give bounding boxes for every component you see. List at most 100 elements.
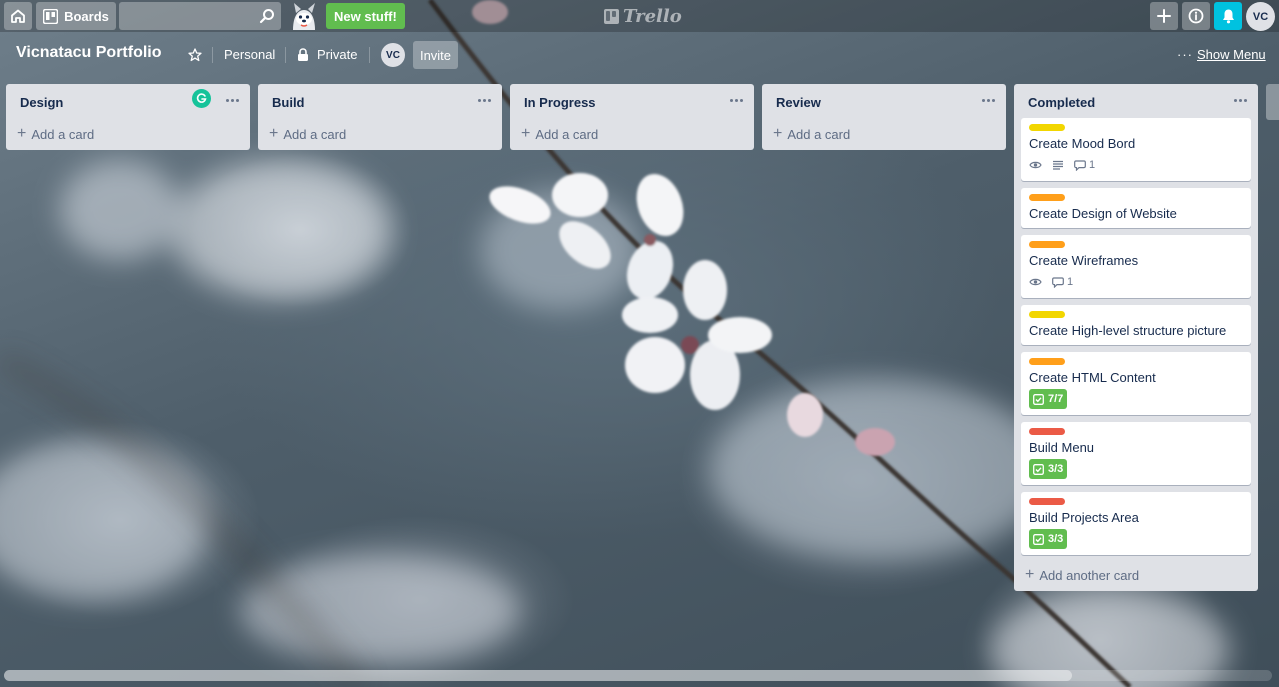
card[interactable]: Build Menu 3/3 [1021, 422, 1251, 485]
new-stuff-button[interactable]: New stuff! [326, 3, 405, 29]
comments-count: 1 [1067, 276, 1074, 288]
list-review: Review + Add a card [762, 84, 1006, 150]
add-card-button[interactable]: + Add a card [258, 118, 502, 150]
card[interactable]: Create Design of Website [1021, 188, 1251, 228]
add-card-button[interactable]: + Add a card [762, 118, 1006, 150]
board-member-avatar[interactable]: VC [381, 43, 405, 67]
eye-icon [1029, 161, 1042, 169]
add-card-label: Add a card [787, 126, 851, 142]
checklist-icon [1033, 393, 1044, 405]
list-title[interactable]: In Progress [524, 95, 596, 110]
user-avatar[interactable]: VC [1246, 2, 1275, 31]
list-title[interactable]: Build [272, 95, 305, 110]
list-menu-icon[interactable] [728, 92, 744, 108]
card-badges: 1 [1029, 272, 1243, 292]
boards-icon [43, 8, 59, 24]
card-title: Create High-level structure picture [1029, 323, 1227, 338]
card[interactable]: Create High-level structure picture [1021, 305, 1251, 345]
list-completed: Completed Create Mood Bord 1 Create Desi… [1014, 84, 1258, 591]
card-label[interactable] [1029, 428, 1065, 435]
list-build: Build + Add a card [258, 84, 502, 150]
description-badge [1052, 160, 1064, 170]
comments-count: 1 [1089, 159, 1096, 171]
list-design: Design + Add a card [6, 84, 250, 150]
checklist-count: 3/3 [1048, 533, 1064, 545]
card[interactable]: Create Wireframes 1 [1021, 235, 1251, 298]
list-header: In Progress [510, 84, 754, 118]
watching-badge [1029, 160, 1042, 170]
invite-button[interactable]: Invite [413, 41, 458, 69]
boards-button[interactable]: Boards [36, 2, 116, 30]
lock-icon[interactable] [297, 48, 309, 62]
list-title[interactable]: Review [776, 95, 821, 110]
plus-icon: + [17, 125, 27, 142]
header-divider [369, 47, 370, 63]
checklist-badge: 3/3 [1029, 529, 1068, 549]
plus-icon: + [269, 125, 279, 142]
description-icon [1053, 160, 1063, 170]
create-button[interactable] [1150, 2, 1178, 30]
list-menu-icon[interactable] [224, 92, 240, 108]
info-icon [1188, 8, 1204, 24]
card-label[interactable] [1029, 311, 1065, 318]
card-label[interactable] [1029, 194, 1065, 201]
add-card-label: Add a card [31, 126, 95, 142]
info-button[interactable] [1182, 2, 1210, 30]
grammarly-icon[interactable] [192, 89, 211, 108]
add-another-card-button[interactable]: + Add another card [1014, 559, 1258, 591]
card-label[interactable] [1029, 124, 1065, 131]
bell-icon [1222, 9, 1234, 24]
card[interactable]: Create Mood Bord 1 [1021, 118, 1251, 181]
add-card-button[interactable]: + Add a card [6, 118, 250, 150]
card-badges: 3/3 [1029, 459, 1243, 479]
search-icon[interactable] [259, 8, 275, 24]
list-header: Completed [1014, 84, 1258, 118]
grammarly-g-icon [196, 93, 207, 103]
card[interactable]: Create HTML Content 7/7 [1021, 352, 1251, 415]
list-in-progress: In Progress + Add a card [510, 84, 754, 150]
show-menu-link[interactable]: Show Menu [1197, 47, 1266, 62]
board-header: Vicnatacu Portfolio Personal Private VC … [0, 40, 1279, 70]
horizontal-scrollbar-thumb[interactable] [4, 670, 1072, 681]
card-label[interactable] [1029, 241, 1065, 248]
plus-icon [1157, 9, 1171, 23]
add-another-card-label: Add another card [1039, 567, 1140, 583]
trello-logo-text: Trello [623, 5, 682, 27]
more-icon[interactable]: ··· [1177, 47, 1193, 62]
comments-badge: 1 [1052, 276, 1073, 288]
visibility-button[interactable]: Private [317, 47, 357, 62]
header-divider [285, 47, 286, 63]
notifications-button[interactable] [1214, 2, 1242, 30]
list-header: Build [258, 84, 502, 118]
checklist-badge: 3/3 [1029, 459, 1068, 479]
list-menu-icon[interactable] [476, 92, 492, 108]
team-button[interactable]: Personal [224, 47, 275, 62]
card-label[interactable] [1029, 498, 1065, 505]
list-menu-icon[interactable] [980, 92, 996, 108]
card-list: Create Mood Bord 1 Create Design of Webs… [1014, 118, 1258, 555]
card-title: Create HTML Content [1029, 370, 1156, 385]
list-title[interactable]: Design [20, 95, 63, 110]
add-card-label: Add a card [535, 126, 599, 142]
card-badges: 3/3 [1029, 529, 1243, 549]
star-icon[interactable] [188, 48, 202, 62]
taco-mascot-icon[interactable] [287, 0, 321, 32]
list-title[interactable]: Completed [1028, 95, 1095, 110]
next-list-edge[interactable] [1266, 84, 1279, 120]
header-divider [212, 47, 213, 63]
card-title: Build Menu [1029, 440, 1095, 455]
add-card-button[interactable]: + Add a card [510, 118, 754, 150]
search-input[interactable] [119, 2, 281, 30]
comments-badge: 1 [1074, 159, 1095, 171]
trello-logo[interactable]: Trello [604, 5, 682, 27]
board-title[interactable]: Vicnatacu Portfolio [16, 44, 162, 62]
home-icon [11, 9, 25, 23]
list-header: Design [6, 84, 250, 118]
card-label[interactable] [1029, 358, 1065, 365]
checklist-icon [1033, 463, 1044, 475]
card[interactable]: Build Projects Area 3/3 [1021, 492, 1251, 555]
checklist-icon [1033, 533, 1044, 545]
home-button[interactable] [4, 2, 32, 30]
list-menu-icon[interactable] [1232, 92, 1248, 108]
card-title: Create Wireframes [1029, 253, 1139, 268]
